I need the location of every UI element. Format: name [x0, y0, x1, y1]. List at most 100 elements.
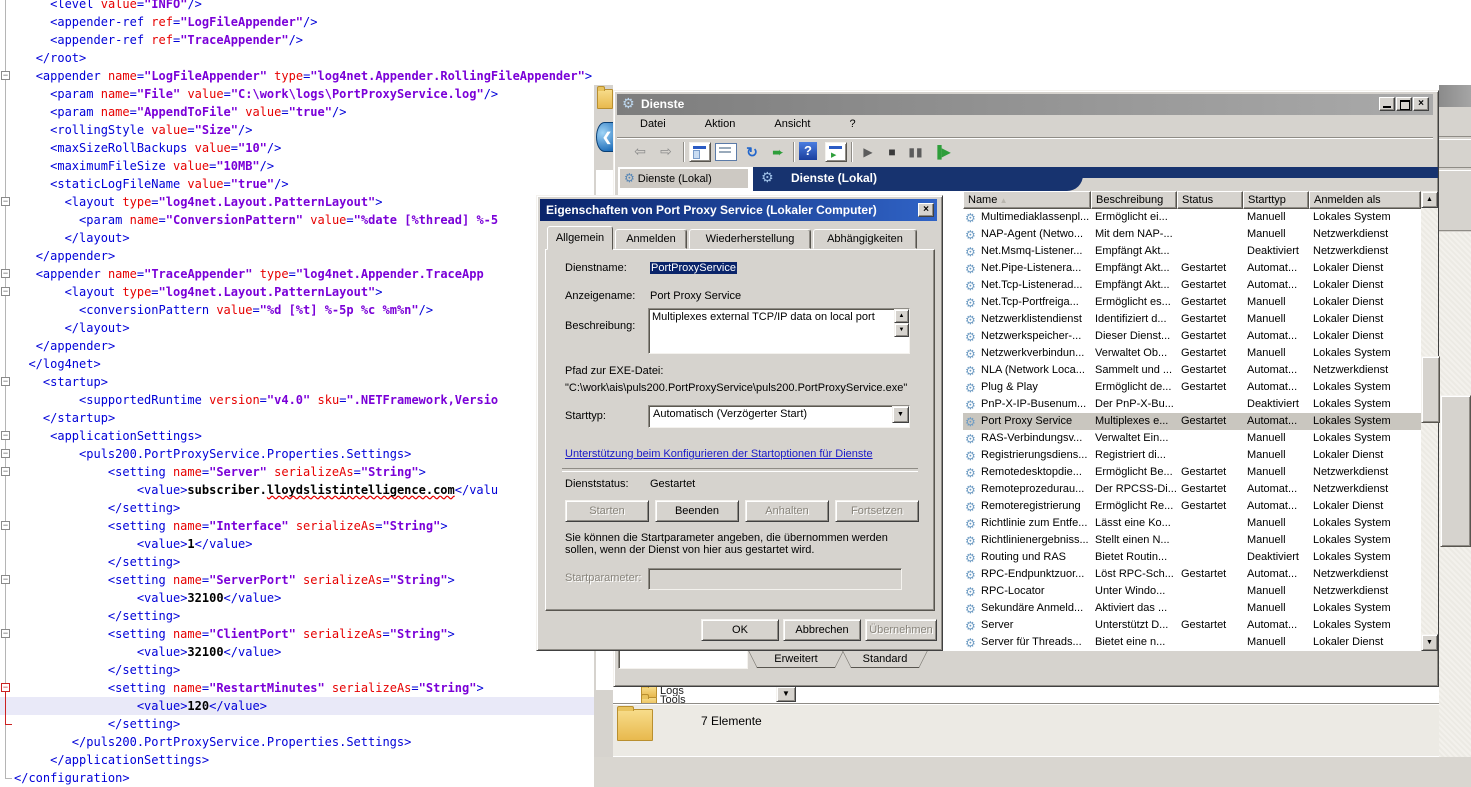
dialog-titlebar[interactable]: Eigenschaften von Port Proxy Service (Lo… [540, 199, 937, 221]
properties-icon[interactable] [715, 143, 737, 161]
fold-toggle[interactable]: − [1, 197, 10, 206]
tab-anmelden[interactable]: Anmelden [615, 229, 687, 249]
column-header-starttyp[interactable]: Starttyp [1243, 191, 1309, 209]
service-row[interactable]: ⚙Richtlinienergebniss...Stellt einen N..… [963, 532, 1421, 549]
maximize-button[interactable] [1396, 97, 1412, 111]
service-row[interactable]: ⚙ServerUnterstützt D...GestartetAutomat.… [963, 617, 1421, 634]
services-titlebar[interactable]: ⚙ Dienste × [617, 94, 1433, 115]
service-row[interactable]: ⚙RPC-Endpunktzuor...Löst RPC-Sch...Gesta… [963, 566, 1421, 583]
column-header-status[interactable]: Status [1177, 191, 1243, 209]
service-row[interactable]: ⚙Registrierungsdiens...Registriert di...… [963, 447, 1421, 464]
explorer-scroll-thumb[interactable] [1440, 395, 1471, 547]
bottom-tab-erweitert[interactable]: Erweitert [748, 650, 844, 668]
fold-toggle[interactable]: − [1, 287, 10, 296]
anhalten-button[interactable]: Anhalten [745, 500, 829, 522]
back-icon[interactable]: ⇦ [629, 141, 651, 163]
service-row[interactable]: ⚙RAS-Verbindungsv...Verwaltet Ein...Manu… [963, 430, 1421, 447]
service-row[interactable]: ⚙Netzwerkspeicher-...Dieser Dienst...Ges… [963, 328, 1421, 345]
service-row[interactable]: ⚙Remotedesktopdie...Ermöglicht Be...Gest… [963, 464, 1421, 481]
service-row[interactable]: ⚙Net.Msmq-Listener...Empfängt Akt...Deak… [963, 243, 1421, 260]
tree-item-dienste-lokal[interactable]: ⚙Dienste (Lokal) [620, 169, 748, 188]
service-row[interactable]: ⚙NLA (Network Loca...Sammelt und ...Gest… [963, 362, 1421, 379]
service-row[interactable]: ⚙RemoteregistrierungErmöglicht Re...Gest… [963, 498, 1421, 515]
service-row[interactable]: ⚙Richtlinie zum Entfe...Lässt eine Ko...… [963, 515, 1421, 532]
service-row[interactable]: ⚙NAP-Agent (Netwo...Mit dem NAP-...Manue… [963, 226, 1421, 243]
fold-toggle[interactable]: − [1, 269, 10, 278]
show-tree-icon[interactable] [689, 142, 711, 162]
service-row[interactable]: ⚙Netzwerkverbindun...Verwaltet Ob...Gest… [963, 345, 1421, 362]
service-row[interactable]: ⚙Net.Tcp-Listenerad...Empfängt Akt...Ges… [963, 277, 1421, 294]
pause-service-icon[interactable]: ▮▮ [905, 141, 927, 163]
abbrechen-button[interactable]: Abbrechen [783, 619, 861, 641]
close-button[interactable]: × [1413, 97, 1429, 111]
bottom-tab-standard[interactable]: Standard [842, 650, 928, 668]
service-row[interactable]: ⚙Sekundäre Anmeld...Aktiviert das ...Man… [963, 600, 1421, 617]
services-window-title: Dienste [641, 94, 684, 115]
start-service-icon[interactable]: ▶ [857, 141, 879, 163]
scroll-down-button[interactable]: ▼ [1421, 634, 1438, 651]
fold-toggle[interactable]: − [1, 431, 10, 440]
service-row[interactable]: ⚙RPC-LocatorUnter Windo...ManuellNetzwer… [963, 583, 1421, 600]
refresh-icon[interactable]: ↻ [741, 141, 763, 163]
menu-item-hilfe[interactable]: ? [841, 115, 865, 133]
fold-toggle[interactable]: − [1, 521, 10, 530]
ok-button[interactable]: OK [701, 619, 779, 641]
column-header-anmelden-als[interactable]: Anmelden als [1309, 191, 1421, 209]
column-header-name[interactable]: Name ▲ [963, 191, 1091, 209]
export-list-icon[interactable]: ➨ [767, 141, 789, 163]
column-header-beschreibung[interactable]: Beschreibung [1091, 191, 1177, 209]
help-icon[interactable]: ? [799, 142, 817, 160]
service-row[interactable]: ⚙Plug & PlayErmöglicht de...GestartetAut… [963, 379, 1421, 396]
service-gear-icon: ⚙ [965, 516, 976, 533]
fold-toggle-active[interactable]: − [1, 683, 10, 692]
folder-label[interactable]: Tools [660, 694, 720, 703]
fold-toggle[interactable]: − [1, 377, 10, 386]
beenden-button[interactable]: Beenden [655, 500, 739, 522]
scroll-thumb[interactable] [1421, 356, 1440, 423]
tab-allgemein[interactable]: Allgemein [547, 226, 613, 250]
dienstname-value[interactable]: PortProxyService [650, 262, 737, 274]
fortsetzen-button[interactable]: Fortsetzen [835, 500, 919, 522]
menu-item-aktion[interactable]: Aktion [696, 115, 745, 133]
service-row[interactable]: ⚙Routing und RASBietet Routin...Deaktivi… [963, 549, 1421, 566]
scroll-up-button[interactable]: ▲ [894, 309, 909, 323]
service-row[interactable]: ⚙NetzwerklistendienstIdentifiziert d...G… [963, 311, 1421, 328]
fold-toggle[interactable]: − [1, 629, 10, 638]
fold-toggle[interactable]: − [1, 449, 10, 458]
menu-item-datei[interactable]: Datei [631, 115, 675, 133]
uebernehmen-button[interactable]: Übernehmen [865, 619, 937, 641]
cell-status [1181, 634, 1243, 651]
restart-service-icon[interactable]: ▐▶ [931, 141, 953, 163]
pane-header-title: Dienste (Lokal) [791, 171, 877, 185]
explorer-back-button[interactable]: ❮ [596, 122, 613, 152]
minimize-button[interactable] [1379, 97, 1395, 111]
service-gear-icon: ⚙ [965, 397, 976, 414]
beschreibung-textbox[interactable]: Multiplexes external TCP/IP data on loca… [648, 308, 910, 354]
standard-view-icon[interactable]: ▶ [825, 142, 847, 162]
service-row[interactable]: ⚙Net.Tcp-Portfreiga...Ermöglicht es...Ge… [963, 294, 1421, 311]
starttyp-combobox[interactable]: Automatisch (Verzögerter Start) ▼ [648, 405, 910, 428]
service-row[interactable]: ⚙Net.Pipe-Listenera...Empfängt Akt...Ges… [963, 260, 1421, 277]
menu-item-ansicht[interactable]: Ansicht [765, 115, 819, 133]
combo-arrow-button[interactable]: ▼ [892, 406, 909, 423]
starten-button[interactable]: Starten [565, 500, 649, 522]
dropdown-button[interactable]: ▼ [776, 686, 796, 702]
scroll-up-button[interactable]: ▲ [1421, 191, 1438, 208]
fold-toggle[interactable]: − [1, 71, 10, 80]
service-row[interactable]: ⚙PnP-X-IP-Busenum...Der PnP-X-Bu...Deakt… [963, 396, 1421, 413]
service-row[interactable]: ⚙Server für Threads...Bietet eine n...Ma… [963, 634, 1421, 651]
fold-toggle[interactable]: − [1, 467, 10, 476]
service-row[interactable]: ⚙Port Proxy ServiceMultiplexes e...Gesta… [963, 413, 1421, 430]
stop-service-icon[interactable]: ■ [881, 141, 903, 163]
tab-abhaengigkeiten[interactable]: Abhängigkeiten [813, 229, 917, 249]
startoptions-help-link[interactable]: Unterstützung beim Konfigurieren der Sta… [565, 448, 873, 460]
startparameter-input[interactable] [648, 568, 902, 590]
service-row[interactable]: ⚙Remoteprozedurau...Der RPCSS-Di...Gesta… [963, 481, 1421, 498]
fold-toggle[interactable]: − [1, 575, 10, 584]
dialog-close-button[interactable]: × [918, 203, 934, 217]
service-row[interactable]: ⚙Multimediaklassenpl...Ermöglicht ei...M… [963, 209, 1421, 226]
table-scrollbar[interactable]: ▲ ▼ [1421, 191, 1438, 651]
tab-wiederherstellung[interactable]: Wiederherstellung [689, 229, 811, 249]
scroll-down-button[interactable]: ▼ [894, 323, 909, 337]
forward-icon[interactable]: ⇨ [655, 141, 677, 163]
